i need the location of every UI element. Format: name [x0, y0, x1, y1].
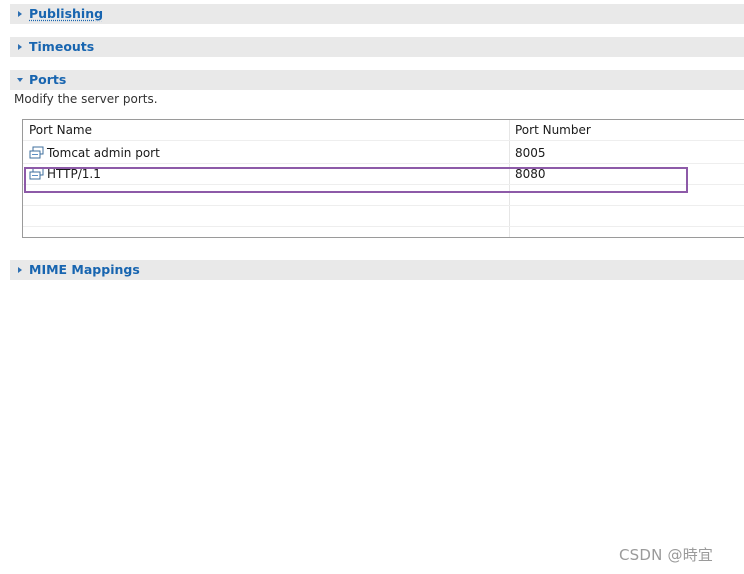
- expand-arrow-icon[interactable]: [10, 11, 29, 17]
- port-number-cell[interactable]: 8080: [515, 164, 546, 185]
- section-mime-mappings[interactable]: MIME Mappings: [10, 260, 744, 280]
- section-title-publishing[interactable]: Publishing: [29, 4, 103, 24]
- empty-table-row: [23, 185, 744, 206]
- section-title-ports[interactable]: Ports: [29, 70, 66, 90]
- watermark: CSDN @時宜: [619, 546, 714, 564]
- table-row[interactable]: Tomcat admin port 8005: [23, 143, 744, 164]
- section-title-timeouts[interactable]: Timeouts: [29, 37, 94, 57]
- table-row[interactable]: HTTP/1.1 8080: [23, 164, 744, 185]
- section-timeouts[interactable]: Timeouts: [10, 37, 744, 57]
- port-icon: [29, 167, 44, 179]
- port-number-cell[interactable]: 8005: [515, 143, 546, 164]
- port-name-label: Tomcat admin port: [47, 146, 160, 160]
- port-icon: [29, 146, 44, 158]
- section-ports[interactable]: Ports: [10, 70, 744, 90]
- section-publishing[interactable]: Publishing: [10, 4, 744, 24]
- port-name-cell[interactable]: Tomcat admin port: [29, 143, 160, 164]
- section-title-mime-mappings[interactable]: MIME Mappings: [29, 260, 140, 280]
- collapse-arrow-icon[interactable]: [10, 78, 29, 82]
- empty-table-row: [23, 206, 744, 227]
- column-header-port-number[interactable]: Port Number: [515, 120, 591, 141]
- port-name-label: HTTP/1.1: [47, 167, 101, 181]
- port-name-cell[interactable]: HTTP/1.1: [29, 164, 101, 185]
- expand-arrow-icon[interactable]: [10, 44, 29, 50]
- expand-arrow-icon[interactable]: [10, 267, 29, 273]
- ports-table[interactable]: Port Name Port Number Tomcat admin port …: [22, 119, 744, 238]
- ports-description: Modify the server ports.: [14, 92, 158, 106]
- column-header-port-name[interactable]: Port Name: [29, 120, 92, 141]
- table-header-row: Port Name Port Number: [23, 120, 744, 141]
